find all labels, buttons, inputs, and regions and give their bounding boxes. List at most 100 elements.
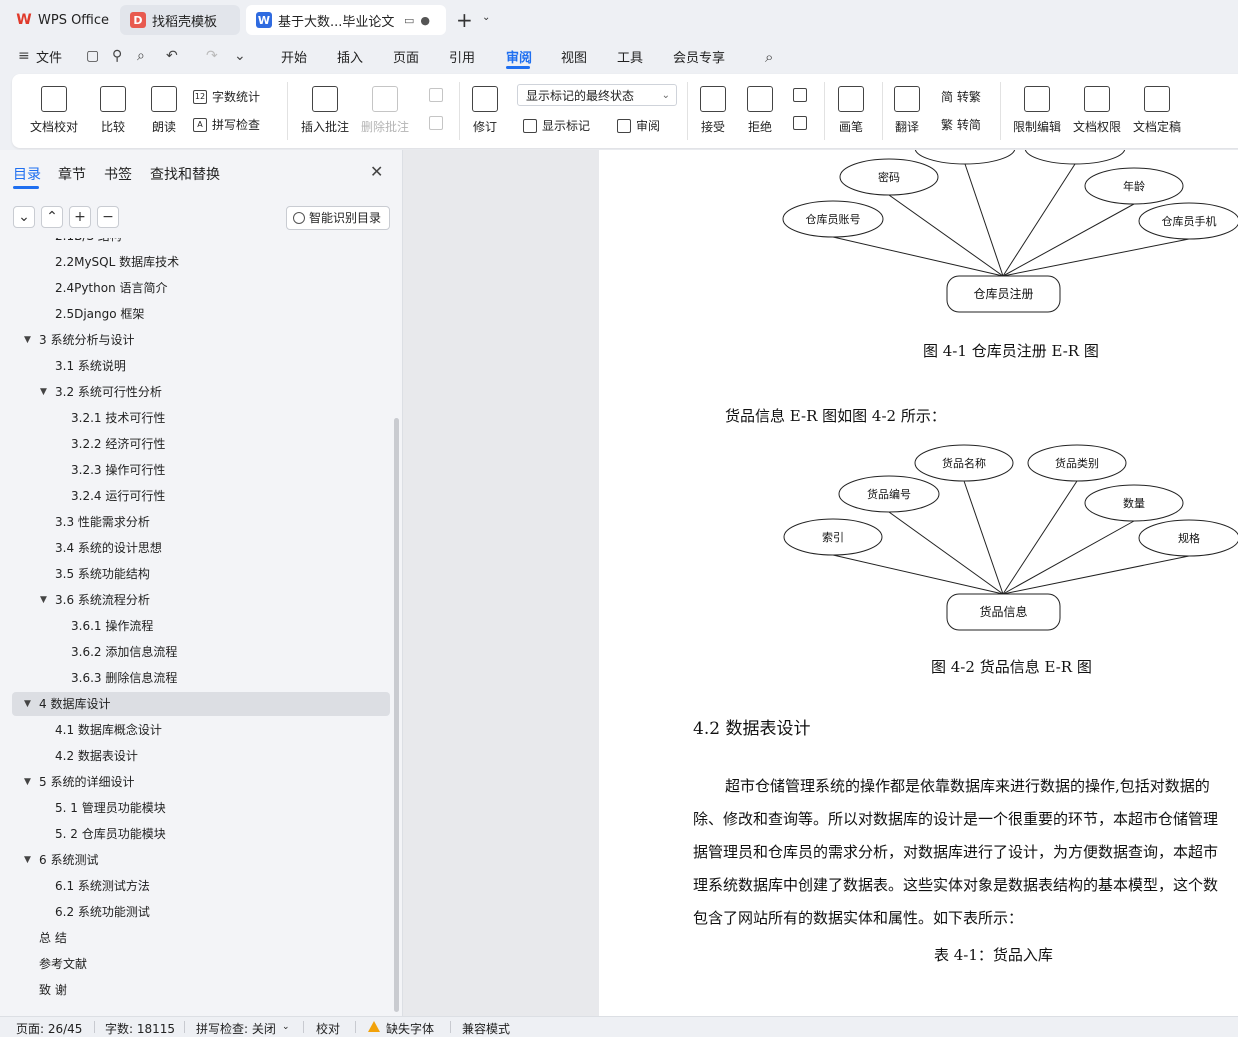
collapse-all-icon[interactable]: ⌄ [13,206,35,228]
doc-check-button[interactable]: 文档校对 [30,86,78,135]
toc-item[interactable]: 参考文献 [12,952,390,976]
markup-state-select[interactable]: 显示标记的最终状态 ⌄ [517,84,677,106]
toc-item[interactable]: 4.2 数据表设计 [12,744,390,768]
track-changes-button[interactable]: 修订 [472,86,498,135]
toc-item[interactable]: 3.5 系统功能结构 [12,562,390,586]
expand-triangle-icon[interactable]: ▼ [24,770,31,794]
toc-item[interactable]: 3.1 系统说明 [12,354,390,378]
reject-button[interactable]: 拒绝 [747,86,773,135]
read-aloud-button[interactable]: 朗读 [151,86,177,135]
toc-item[interactable]: 2.4Python 语言简介 [12,276,390,300]
share-icon[interactable]: ⚲ [112,48,122,64]
doc-permission-button[interactable]: 文档权限 [1073,86,1121,135]
proofread-status[interactable]: 校对 [316,1020,340,1037]
toc-item[interactable]: 2.5Django 框架 [12,302,390,326]
word-count-indicator[interactable]: 字数: 18115 [105,1020,175,1037]
next-comment-button[interactable] [429,116,448,130]
nav-tab-chapters[interactable]: 章节 [58,164,86,184]
toc-item[interactable]: 致 谢 [12,978,390,1002]
toc-item[interactable]: 3.6.3 删除信息流程 [12,666,390,690]
search-icon[interactable]: ⌕ [765,48,773,66]
save-icon[interactable]: ▢ [86,48,99,64]
toc-item[interactable]: 2.1B/S 结构 [12,238,390,248]
tab-wps-office[interactable]: W WPS Office [6,5,114,35]
pen-button[interactable]: 画笔 [838,86,864,135]
spell-check-status[interactable]: 拼写检查: 关闭 [196,1020,276,1037]
redo-icon[interactable]: ↷ [206,48,218,64]
close-icon[interactable]: ✕ [370,162,383,181]
menu-start[interactable]: 开始 [281,47,307,66]
expand-triangle-icon[interactable]: ▼ [40,588,47,612]
undo-icon[interactable]: ↶ [166,48,178,64]
expand-up-icon[interactable]: ⌃ [41,206,63,228]
toc-item[interactable]: ▼ 5 系统的详细设计 [12,770,390,794]
word-count-button[interactable]: 12 字数统计 [193,88,260,105]
add-heading-icon[interactable]: + [69,206,91,228]
show-markup-button[interactable]: 显示标记 [523,117,590,134]
spell-check-button[interactable]: A 拼写检查 [193,116,260,133]
toc-item[interactable]: ▼ 6 系统测试 [12,848,390,872]
chevron-down-icon[interactable]: ⌄ [482,12,490,23]
nav-scrollbar[interactable] [394,418,399,1012]
toc-item[interactable]: ▼ 3.2 系统可行性分析 [12,380,390,404]
to-traditional-button[interactable]: 简 转繁 [941,88,981,105]
restrict-edit-button[interactable]: 限制编辑 [1013,86,1061,135]
expand-triangle-icon[interactable]: ▼ [24,692,31,716]
toc-item[interactable]: 6.1 系统测试方法 [12,874,390,898]
toc-item[interactable]: 3.4 系统的设计思想 [12,536,390,560]
toc-item[interactable]: ▼ 4 数据库设计 [12,692,390,716]
toc-item[interactable]: 3.6.2 添加信息流程 [12,640,390,664]
tab-template[interactable]: D 找稻壳模板 [120,5,240,35]
menu-review[interactable]: 审阅 [506,47,532,66]
toc-item[interactable]: 5. 2 仓库员功能模块 [12,822,390,846]
prev-comment-button[interactable] [429,88,448,102]
toc-item[interactable]: ▼ 3 系统分析与设计 [12,328,390,352]
tab-window-controls-icon[interactable]: ▭● [404,14,436,27]
expand-triangle-icon[interactable]: ▼ [40,380,47,404]
toc-item[interactable]: 3.2.2 经济可行性 [12,432,390,456]
page-indicator[interactable]: 页面: 26/45 [16,1020,82,1037]
print-preview-icon[interactable]: ⌕ [137,48,145,64]
toc-item[interactable]: 总 结 [12,926,390,950]
delete-comment-button[interactable]: 删除批注 [361,86,409,135]
nav-tab-find-replace[interactable]: 查找和替换 [150,164,220,184]
menu-page[interactable]: 页面 [393,47,419,66]
menu-member[interactable]: 会员专享 [673,47,725,66]
expand-triangle-icon[interactable]: ▼ [24,328,31,352]
smart-toc-button[interactable]: 智能识别目录 [286,206,390,230]
quick-access-dropdown-icon[interactable]: ⌄ [234,48,246,64]
finalize-button[interactable]: 文档定稿 [1133,86,1181,135]
missing-font-status[interactable]: 缺失字体 [386,1020,434,1037]
menu-view[interactable]: 视图 [561,47,587,66]
next-change-button[interactable] [793,116,812,130]
insert-comment-button[interactable]: 插入批注 [301,86,349,135]
nav-tab-bookmarks[interactable]: 书签 [104,164,132,184]
toc-item[interactable]: 3.2.4 运行可行性 [12,484,390,508]
expand-triangle-icon[interactable]: ▼ [24,848,31,872]
toc-item[interactable]: 4.1 数据库概念设计 [12,718,390,742]
toc-item[interactable]: 3.2.3 操作可行性 [12,458,390,482]
toc-item[interactable]: 3.3 性能需求分析 [12,510,390,534]
menu-tools[interactable]: 工具 [617,47,643,66]
menu-insert[interactable]: 插入 [337,47,363,66]
menu-reference[interactable]: 引用 [449,47,475,66]
document-page[interactable]: 密码 仓库员账号 年龄 仓库员手机 仓库员注册 货品名称 货品类别 货品编号 数量 索引 规格 货品信… [599,150,1238,1016]
toc-item[interactable]: 6.2 系统功能测试 [12,900,390,924]
tab-document[interactable]: W 基于大数...毕业论文 ▭● [246,5,446,35]
compare-button[interactable]: 比较 [100,86,126,135]
new-tab-plus-icon[interactable]: + [456,8,473,32]
hamburger-menu-icon[interactable]: ≡ [18,48,30,64]
accept-button[interactable]: 接受 [700,86,726,135]
review-pane-button[interactable]: 审阅 [617,117,660,134]
nav-tab-toc[interactable]: 目录 [13,164,41,184]
toc-item[interactable]: 3.6.1 操作流程 [12,614,390,638]
toc-item[interactable]: 3.2.1 技术可行性 [12,406,390,430]
to-simplified-button[interactable]: 繁 转简 [941,116,981,133]
compat-mode-status[interactable]: 兼容模式 [462,1020,510,1037]
document-canvas[interactable]: 密码 仓库员账号 年龄 仓库员手机 仓库员注册 货品名称 货品类别 货品编号 数量 索引 规格 货品信… [403,150,1238,1016]
menu-file[interactable]: 文件 [36,47,62,66]
translate-button[interactable]: 翻译 [894,86,920,135]
prev-change-button[interactable] [793,88,812,102]
remove-heading-icon[interactable]: − [97,206,119,228]
toc-item[interactable]: 2.2MySQL 数据库技术 [12,250,390,274]
